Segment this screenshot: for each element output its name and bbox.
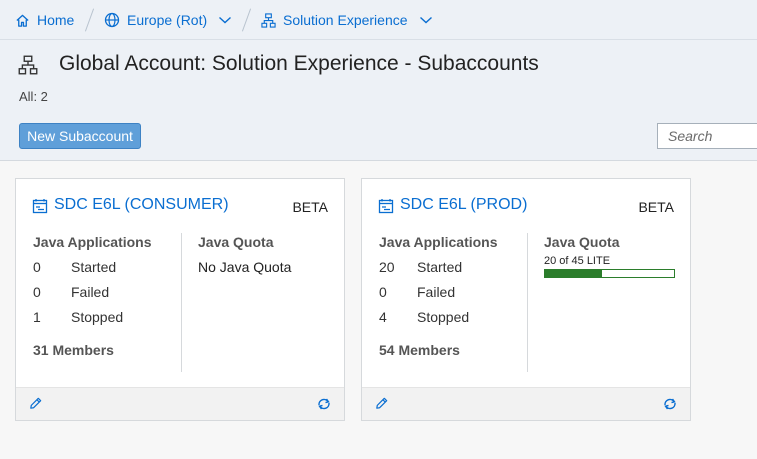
java-quota-progress-fill: [545, 270, 603, 277]
chevron-down-icon[interactable]: [218, 15, 232, 25]
pencil-icon[interactable]: [28, 396, 43, 411]
java-quota-caption: 20 of 45 LITE: [544, 255, 611, 267]
breadcrumb-separator: [84, 8, 95, 32]
search-input[interactable]: [657, 123, 757, 149]
subaccount-card[interactable]: SDC E6L (CONSUMER) BETA Java Application…: [15, 178, 345, 421]
page-title: Global Account: Solution Experience - Su…: [59, 52, 539, 75]
hierarchy-icon: [261, 12, 276, 28]
card-footer: [362, 387, 690, 420]
members-count: 31 Members: [33, 342, 114, 358]
stopped-label: Stopped: [71, 309, 124, 325]
page-header: Global Account: Solution Experience - Su…: [0, 40, 757, 161]
failed-count: 0: [33, 284, 41, 300]
stopped-count: 4: [379, 309, 387, 325]
card-divider: [527, 233, 528, 372]
sync-icon[interactable]: [316, 397, 332, 411]
beta-badge: BETA: [638, 199, 674, 215]
members-count: 54 Members: [379, 342, 460, 358]
stopped-count: 1: [33, 309, 41, 325]
java-applications-heading: Java Applications: [33, 234, 152, 250]
java-quota-heading: Java Quota: [198, 234, 274, 250]
subaccount-icon: [378, 199, 394, 214]
started-count: 0: [33, 259, 41, 275]
failed-count: 0: [379, 284, 387, 300]
failed-label: Failed: [71, 284, 110, 300]
breadcrumb-region[interactable]: Europe (Rot): [104, 0, 232, 40]
sync-icon[interactable]: [662, 397, 678, 411]
breadcrumb-separator: [241, 8, 252, 32]
breadcrumb-account-label: Solution Experience: [283, 12, 408, 28]
breadcrumb-region-label: Europe (Rot): [127, 12, 208, 28]
globe-icon: [104, 12, 120, 28]
pencil-icon[interactable]: [374, 396, 389, 411]
stopped-label: Stopped: [417, 309, 470, 325]
java-applications-heading: Java Applications: [379, 234, 498, 250]
java-quota-progress-bar: [544, 269, 675, 278]
hierarchy-icon: [18, 55, 38, 75]
java-quota-heading: Java Quota: [544, 234, 620, 250]
beta-badge: BETA: [292, 199, 328, 215]
subaccount-count: All: 2: [19, 89, 48, 104]
subaccount-title-link[interactable]: SDC E6L (CONSUMER): [54, 196, 229, 214]
home-icon: [16, 14, 29, 27]
card-footer: [16, 387, 344, 420]
started-label: Started: [417, 259, 463, 275]
started-count: 20: [379, 259, 395, 275]
java-quota-value: No Java Quota: [198, 259, 292, 275]
subaccount-icon: [32, 199, 48, 214]
breadcrumb-bar: Home Europe (Rot) Solution Experience: [0, 0, 757, 40]
failed-label: Failed: [417, 284, 456, 300]
breadcrumb-home-label: Home: [37, 12, 75, 28]
breadcrumb-home[interactable]: Home: [15, 0, 74, 40]
started-label: Started: [71, 259, 117, 275]
chevron-down-icon[interactable]: [419, 15, 433, 25]
breadcrumb-account[interactable]: Solution Experience: [261, 0, 433, 40]
subaccount-card[interactable]: SDC E6L (PROD) BETA Java Applications 20…: [361, 178, 691, 421]
subaccount-title-link[interactable]: SDC E6L (PROD): [400, 196, 527, 214]
card-divider: [181, 233, 182, 372]
new-subaccount-button[interactable]: New Subaccount: [19, 123, 141, 149]
